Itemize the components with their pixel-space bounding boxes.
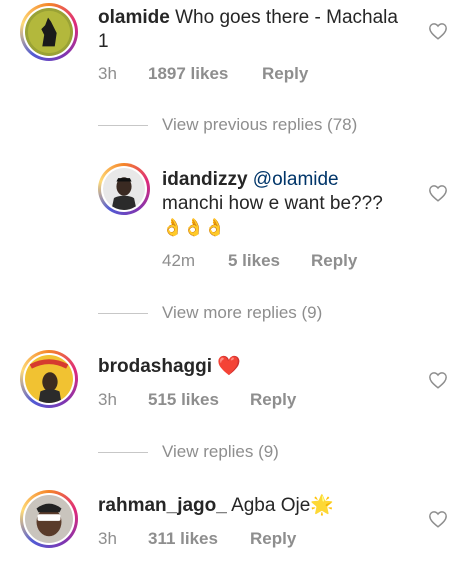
comment-body: brodashaggi ❤️	[98, 355, 398, 379]
comment-meta: 3h 515 likes Reply	[98, 390, 296, 410]
comment-likes[interactable]: 311 likes	[148, 529, 250, 549]
comment-body: idandizzy @olamide manchi how e want be?…	[162, 168, 412, 240]
like-heart-icon[interactable]	[428, 184, 448, 202]
like-heart-icon[interactable]	[428, 371, 448, 389]
view-replies-label: View previous replies (78)	[162, 115, 358, 134]
reply-button[interactable]: Reply	[311, 251, 357, 271]
view-replies-link[interactable]: View previous replies (78)	[98, 115, 357, 135]
comment-text: Agba Oje	[231, 495, 311, 517]
avatar-image	[25, 495, 73, 543]
view-replies-label: View more replies (9)	[162, 303, 323, 322]
ok-hand-emoji: 👌👌👌	[162, 218, 226, 237]
reply-button[interactable]: Reply	[262, 64, 308, 84]
thread-divider	[98, 312, 148, 314]
like-heart-icon[interactable]	[428, 510, 448, 528]
view-replies-link[interactable]: View replies (9)	[98, 442, 279, 462]
glowing-star-emoji: 🌟	[310, 495, 334, 516]
comment-likes[interactable]: 515 likes	[148, 390, 250, 410]
comment-time: 3h	[98, 64, 117, 83]
comment-time: 3h	[98, 390, 117, 409]
thread-divider	[98, 124, 148, 126]
comment-likes[interactable]: 1897 likes	[148, 64, 262, 84]
comment-body: rahman_jago_ Agba Oje🌟	[98, 494, 398, 518]
reply-button[interactable]: Reply	[250, 390, 296, 410]
comment-username[interactable]: olamide	[98, 7, 170, 28]
comment-meta: 42m 5 likes Reply	[162, 251, 357, 271]
comment-username[interactable]: idandizzy	[162, 169, 248, 190]
red-heart-emoji: ❤️	[217, 356, 241, 377]
avatar-idandizzy[interactable]	[98, 163, 150, 215]
mention-link[interactable]: @olamide	[253, 169, 339, 190]
avatar-olamide[interactable]	[20, 3, 78, 61]
comment-likes[interactable]: 5 likes	[228, 251, 311, 271]
comment-text: manchi how e want be???	[162, 193, 383, 214]
comment-body: olamide Who goes there - Machala 1	[98, 6, 398, 54]
like-heart-icon[interactable]	[428, 22, 448, 40]
comment-username[interactable]: brodashaggi	[98, 356, 212, 377]
view-replies-link[interactable]: View more replies (9)	[98, 303, 322, 323]
avatar-image	[25, 355, 73, 403]
avatar-image	[25, 8, 73, 56]
comment-time: 3h	[98, 529, 117, 548]
comment-meta: 3h 1897 likes Reply	[98, 64, 308, 84]
comment-time: 42m	[162, 251, 196, 270]
avatar-image	[103, 168, 145, 210]
comment-username[interactable]: rahman_jago_	[98, 495, 227, 516]
comment-meta: 3h 311 likes Reply	[98, 529, 296, 549]
reply-button[interactable]: Reply	[250, 529, 296, 549]
thread-divider	[98, 451, 148, 453]
avatar-brodashaggi[interactable]	[20, 350, 78, 408]
view-replies-label: View replies (9)	[162, 442, 279, 461]
avatar-rahman-jago[interactable]	[20, 490, 78, 548]
